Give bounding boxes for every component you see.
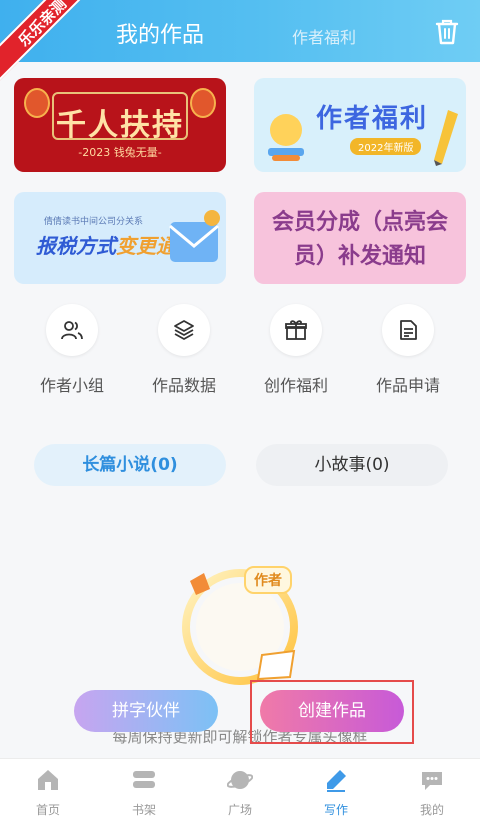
nav-mine[interactable]: 我的: [384, 767, 480, 818]
banner-title-a: 报税方式: [36, 234, 116, 258]
nav-bookshelf[interactable]: 书架: [96, 767, 192, 818]
action-work-application[interactable]: 作品申请: [352, 304, 464, 396]
action-circle: [158, 304, 210, 356]
author-badge: 作者: [244, 566, 292, 594]
bookshelf-icon: [133, 771, 155, 788]
banner-author-benefits[interactable]: 作者福利 2022年新版: [254, 78, 466, 172]
nav-label: 写作: [323, 803, 348, 817]
gift-icon: [285, 320, 307, 340]
nav-label: 首页: [35, 803, 60, 817]
banner-thousand-support[interactable]: 千人扶持 -2023 钱兔无量-: [14, 78, 226, 172]
spelling-partner-button[interactable]: 拼字伙伴: [74, 690, 218, 732]
tab-author-benefits[interactable]: 作者福利: [292, 24, 356, 48]
nav-write[interactable]: 写作: [288, 767, 384, 818]
action-label: 作品申请: [375, 376, 440, 395]
banner-title: 千人扶持: [56, 108, 184, 143]
pencil-icon: [434, 110, 458, 166]
nav-label: 我的: [419, 803, 444, 817]
group-icon: [61, 321, 83, 340]
nav-home[interactable]: 首页: [0, 767, 96, 818]
banner-small-text: 倩倩读书中间公司分关系: [44, 217, 144, 227]
action-circle: [270, 304, 322, 356]
bottom-nav: 首页 书架 广场 写作 我的: [0, 758, 480, 830]
layers-icon: [174, 320, 194, 340]
tab-my-works[interactable]: 我的作品: [116, 17, 204, 49]
chat-icon: [422, 772, 442, 790]
action-label: 创作福利: [263, 376, 328, 395]
create-work-button[interactable]: 创建作品: [260, 690, 404, 732]
banner-year-tag: 2022年新版: [350, 138, 422, 155]
envelope-icon: [169, 210, 220, 262]
globe-icon: [268, 114, 304, 161]
action-author-group[interactable]: 作者小组: [16, 304, 128, 396]
tab-long-novel[interactable]: 长篇小说(0): [34, 444, 226, 486]
action-label: 作者小组: [39, 376, 104, 395]
banner-title-line2: 员）补发通知: [293, 244, 426, 269]
pen-icon: [327, 770, 346, 792]
nav-label: 书架: [131, 803, 156, 817]
trash-icon[interactable]: [434, 18, 460, 46]
tab-short-story[interactable]: 小故事(0): [256, 444, 448, 486]
document-icon: [400, 320, 417, 340]
planet-icon: [226, 771, 254, 789]
action-circle: [382, 304, 434, 356]
banner-subtitle: -2023 钱兔无量-: [78, 146, 162, 159]
banner-title: 会员分成（点亮会 员）补发通知: [254, 206, 466, 274]
nav-label: 广场: [227, 803, 252, 817]
banner-member-share[interactable]: 会员分成（点亮会 员）补发通知: [254, 192, 466, 284]
home-icon: [38, 770, 58, 790]
action-work-data[interactable]: 作品数据: [128, 304, 240, 396]
banner-title: 作者福利: [316, 104, 429, 134]
banner-title-line1: 会员分成（点亮会: [271, 210, 448, 235]
action-circle: [46, 304, 98, 356]
action-label: 作品数据: [151, 376, 216, 395]
action-creation-benefits[interactable]: 创作福利: [240, 304, 352, 396]
banner-tax-notice[interactable]: 倩倩读书中间公司分关系 报税方式变更通知: [14, 192, 226, 284]
nav-plaza[interactable]: 广场: [192, 767, 288, 818]
